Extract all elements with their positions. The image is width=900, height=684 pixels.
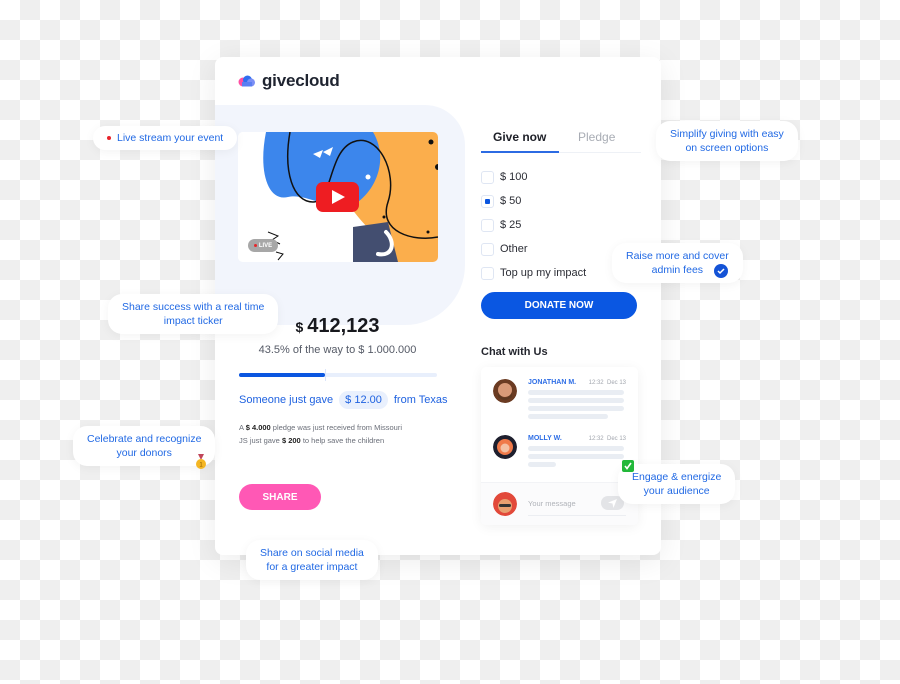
- live-badge: LIVE: [248, 239, 278, 252]
- chat-sender: MOLLY W.: [528, 435, 562, 442]
- avatar: [493, 379, 517, 403]
- recent-donation-ticker: Someone just gave $ 12.00 from Texas: [239, 391, 447, 409]
- tab-give-now[interactable]: Give now: [493, 130, 546, 144]
- callout-simplify-giving: Simplify giving with easy on screen opti…: [656, 121, 798, 161]
- goal-progress-bar: [239, 369, 437, 381]
- donation-feed: A $ 4.000 pledge was just received from …: [239, 421, 402, 447]
- checkbox-checked[interactable]: [481, 194, 494, 208]
- message-placeholder-line: [528, 406, 624, 411]
- feed-item: A $ 4.000 pledge was just received from …: [239, 423, 403, 432]
- medal-icon: 1: [196, 454, 206, 469]
- play-button-icon[interactable]: [316, 182, 359, 212]
- callout-social-share: Share on social media for a greater impa…: [246, 540, 378, 580]
- chat-title: Chat with Us: [481, 346, 548, 358]
- chat-panel: JONATHAN M. 12:32 Dec 13 MOLLY W. 12:32 …: [481, 367, 638, 525]
- ticker-suffix: from Texas: [393, 394, 448, 406]
- currency-symbol: $: [295, 319, 304, 335]
- brand-header: givecloud: [238, 71, 340, 91]
- active-tab-indicator: [481, 151, 559, 153]
- send-icon: [608, 498, 617, 508]
- donation-options: $ 100 $ 50 $ 25 Other Top up my impact: [481, 165, 586, 285]
- brand-name: givecloud: [262, 71, 340, 90]
- chat-timestamp: 12:32 Dec 13: [588, 380, 626, 386]
- total-amount: 412,123: [307, 315, 380, 337]
- checkbox[interactable]: [481, 218, 494, 232]
- chat-sender: JONATHAN M.: [528, 379, 577, 386]
- chat-composer: Your message: [481, 482, 638, 525]
- callout-engage-audience: Engage & energize your audience: [618, 464, 736, 504]
- check-circle-icon: [714, 264, 728, 278]
- tab-pledge[interactable]: Pledge: [578, 130, 615, 144]
- donate-now-button[interactable]: DONATE NOW: [481, 292, 637, 319]
- checkbox[interactable]: [481, 266, 494, 280]
- chat-timestamp: 12:32 Dec 13: [588, 436, 626, 442]
- ticker-amount: $ 12.00: [339, 391, 388, 409]
- feed-item: JS just gave $ 200 to help save the chil…: [239, 436, 385, 445]
- green-checkmark-icon: [622, 460, 634, 472]
- goal-progress-fill: [239, 373, 326, 377]
- avatar: [493, 435, 517, 459]
- option-25[interactable]: $ 25: [481, 213, 586, 237]
- goal-progress-marker: [325, 369, 327, 381]
- option-100[interactable]: $ 100: [481, 165, 586, 189]
- message-placeholder-line: [528, 390, 624, 395]
- option-other[interactable]: Other: [481, 237, 586, 261]
- option-top-up[interactable]: Top up my impact: [481, 261, 586, 285]
- ticker-prefix: Someone just gave: [239, 394, 334, 406]
- message-placeholder-line: [528, 446, 624, 451]
- donation-widget-card: givecloud LIVE $ 412,123 43.5% of the wa…: [215, 57, 661, 555]
- chat-message-input[interactable]: Your message: [528, 499, 576, 508]
- live-dot-icon: [253, 244, 257, 247]
- live-video-player[interactable]: LIVE: [238, 132, 438, 262]
- checkbox[interactable]: [481, 242, 494, 256]
- option-50[interactable]: $ 50: [481, 189, 586, 213]
- checkbox[interactable]: [481, 170, 494, 184]
- live-dot-icon: [107, 136, 111, 141]
- message-placeholder-line: [528, 462, 556, 467]
- input-underline: [528, 515, 626, 516]
- message-placeholder-line: [528, 454, 624, 459]
- share-button[interactable]: SHARE: [239, 484, 321, 510]
- goal-progress-text: 43.5% of the way to $ 1.000.000: [258, 344, 417, 356]
- callout-live-stream: Live stream your event: [93, 126, 238, 150]
- donation-tabs: Give now Pledge: [481, 127, 641, 153]
- givecloud-logo-icon: [238, 75, 255, 87]
- message-placeholder-line: [528, 398, 624, 403]
- message-placeholder-line: [528, 414, 608, 419]
- live-label: LIVE: [258, 242, 273, 249]
- my-avatar: [493, 492, 517, 516]
- callout-impact-ticker: Share success with a real time impact ti…: [108, 294, 279, 334]
